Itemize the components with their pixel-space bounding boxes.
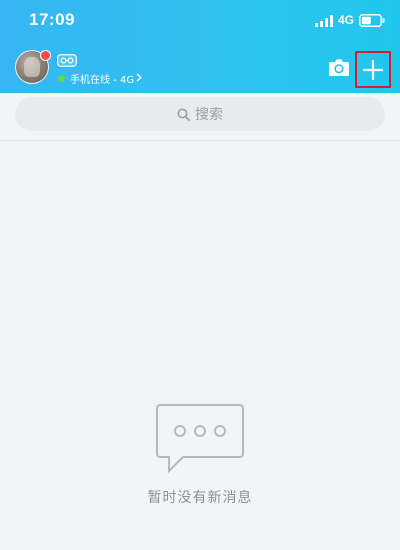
search-icon (177, 108, 190, 121)
camera-icon[interactable] (328, 57, 350, 77)
online-status-dot (58, 75, 65, 82)
top-header: 17:09 4G 手机在线 - 4G (0, 0, 400, 93)
battery-icon (359, 14, 385, 27)
add-button[interactable] (355, 51, 391, 88)
online-status-text[interactable]: 手机在线 - 4G (70, 71, 134, 86)
status-time: 17:09 (29, 10, 75, 29)
chevron-right-icon[interactable] (136, 73, 142, 82)
chat-bubble-icon (156, 404, 244, 474)
notification-dot (40, 50, 51, 61)
search-placeholder: 搜索 (195, 107, 223, 123)
signal-bars-icon (315, 15, 333, 27)
network-type-label: 4G (338, 13, 355, 27)
status-bar: 17:09 4G (0, 0, 400, 42)
search-bar[interactable]: 搜索 (15, 97, 385, 131)
divider (0, 140, 400, 141)
vip-badge-icon[interactable] (57, 54, 77, 67)
empty-state-message: 暂时没有新消息 (147, 490, 253, 506)
plus-icon (363, 59, 383, 80)
